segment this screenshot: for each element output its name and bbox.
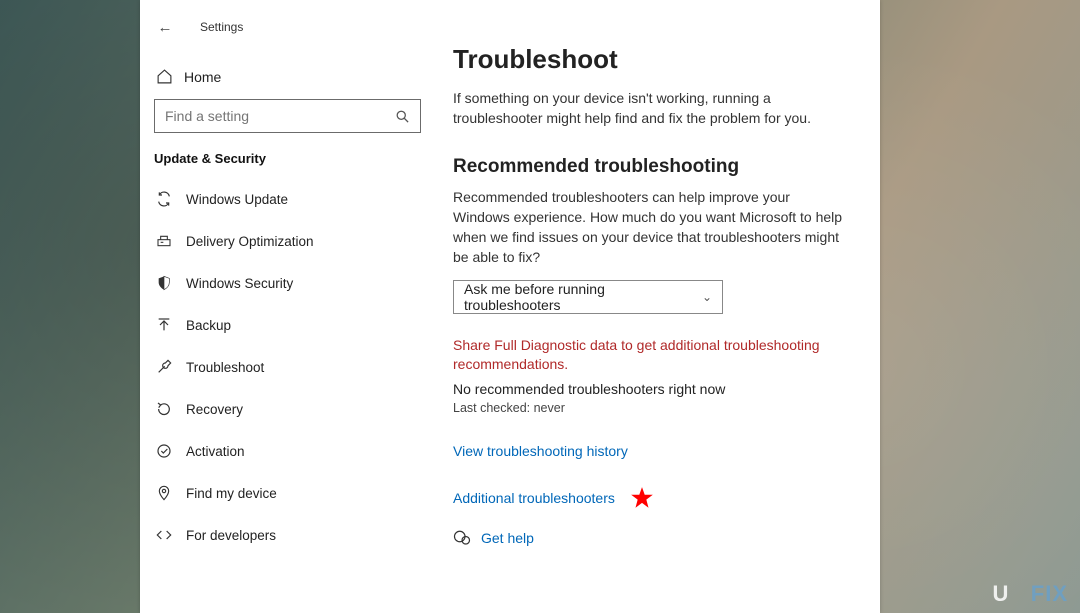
page-title: Troubleshoot: [453, 44, 850, 75]
settings-window: ← Settings Home Update & Security Window…: [140, 0, 880, 613]
dropdown-value: Ask me before running troubleshooters: [464, 281, 702, 313]
watermark: U FIX: [993, 581, 1068, 607]
titlebar: ← Settings: [140, 10, 435, 44]
search-input-container[interactable]: [154, 99, 421, 133]
home-label: Home: [184, 69, 221, 85]
nav-label: Delivery Optimization: [186, 234, 314, 249]
additional-troubleshooters-link[interactable]: Additional troubleshooters: [453, 490, 615, 506]
delivery-icon: [156, 233, 186, 249]
recovery-icon: [156, 401, 186, 417]
no-recommended-text: No recommended troubleshooters right now: [453, 381, 850, 397]
nav-label: Windows Update: [186, 192, 288, 207]
nav-label: Backup: [186, 318, 231, 333]
nav-label: Troubleshoot: [186, 360, 264, 375]
main-content: Troubleshoot If something on your device…: [435, 0, 880, 613]
get-help-link[interactable]: Get help: [481, 530, 534, 546]
nav-label: For developers: [186, 528, 276, 543]
home-nav[interactable]: Home: [140, 58, 435, 93]
back-icon[interactable]: ←: [154, 19, 176, 36]
intro-text: If something on your device isn't workin…: [453, 89, 850, 128]
watermark-left: U: [993, 581, 1010, 606]
sidebar-item-backup[interactable]: Backup: [140, 304, 435, 346]
search-input[interactable]: [165, 108, 395, 124]
shield-icon: [156, 275, 186, 291]
developers-icon: [156, 527, 186, 543]
section-title: Recommended troubleshooting: [453, 156, 850, 178]
watermark-right: FIX: [1031, 581, 1068, 606]
activation-icon: [156, 443, 186, 459]
nav-label: Windows Security: [186, 276, 293, 291]
location-icon: [156, 485, 186, 501]
last-checked-text: Last checked: never: [453, 401, 850, 415]
sidebar-item-troubleshoot[interactable]: Troubleshoot: [140, 346, 435, 388]
sidebar-item-for-developers[interactable]: For developers: [140, 514, 435, 556]
sidebar-item-windows-security[interactable]: Windows Security: [140, 262, 435, 304]
nav-label: Recovery: [186, 402, 243, 417]
sidebar-item-find-my-device[interactable]: Find my device: [140, 472, 435, 514]
wrench-icon: [156, 359, 186, 375]
chat-icon: [453, 529, 471, 547]
star-annotation-icon: [629, 485, 655, 511]
sidebar-item-activation[interactable]: Activation: [140, 430, 435, 472]
get-help-row: Get help: [453, 529, 850, 547]
search-icon: [395, 109, 410, 124]
nav-label: Activation: [186, 444, 245, 459]
sidebar: ← Settings Home Update & Security Window…: [140, 0, 435, 613]
additional-troubleshooters-row: Additional troubleshooters: [453, 485, 850, 511]
nav-label: Find my device: [186, 486, 277, 501]
sidebar-item-delivery-optimization[interactable]: Delivery Optimization: [140, 220, 435, 262]
sidebar-item-recovery[interactable]: Recovery: [140, 388, 435, 430]
home-icon: [156, 68, 184, 85]
nav-list: Windows Update Delivery Optimization Win…: [140, 178, 435, 556]
sync-icon: [156, 191, 186, 207]
category-header: Update & Security: [140, 147, 435, 178]
app-title: Settings: [200, 20, 243, 34]
share-diagnostic-link[interactable]: Share Full Diagnostic data to get additi…: [453, 336, 850, 375]
chevron-down-icon: ⌄: [702, 290, 712, 304]
view-history-link[interactable]: View troubleshooting history: [453, 443, 850, 459]
section-desc: Recommended troubleshooters can help imp…: [453, 188, 850, 268]
backup-icon: [156, 317, 186, 333]
troubleshoot-preference-dropdown[interactable]: Ask me before running troubleshooters ⌄: [453, 280, 723, 314]
sidebar-item-windows-update[interactable]: Windows Update: [140, 178, 435, 220]
